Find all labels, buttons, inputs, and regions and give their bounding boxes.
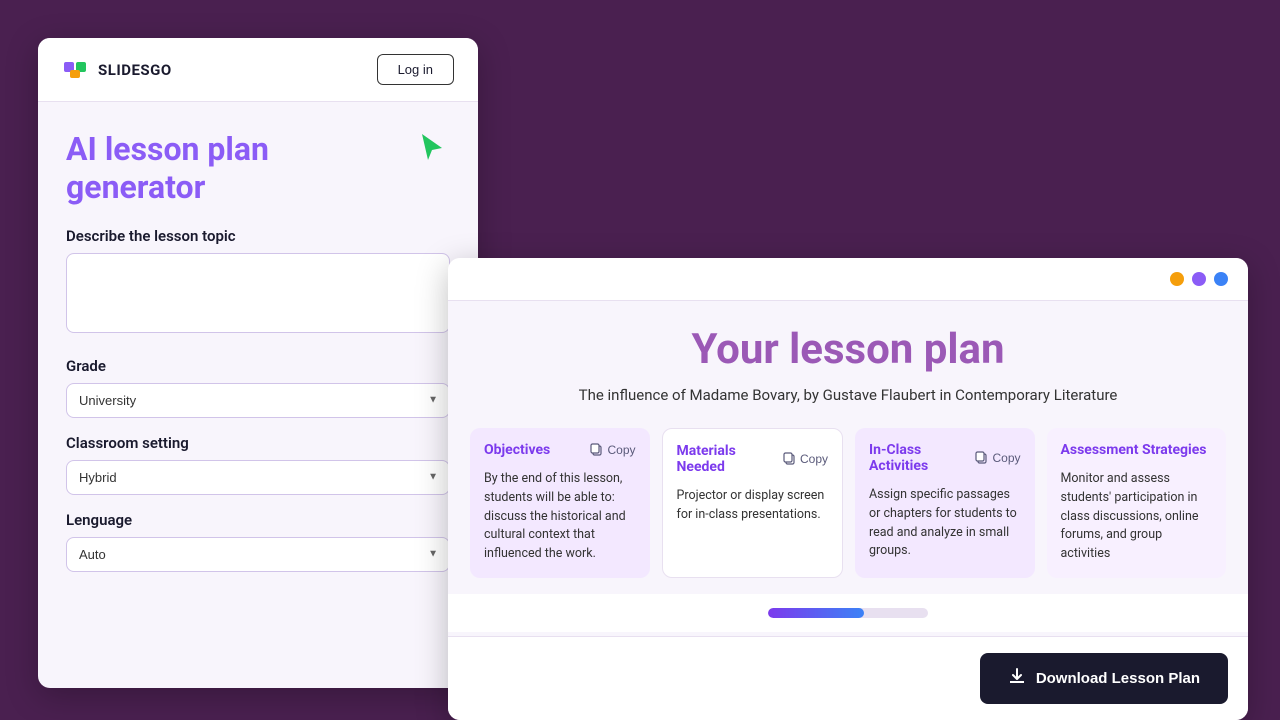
slidesgo-logo-icon: [62, 56, 90, 84]
lesson-plan-title: Your lesson plan: [448, 301, 1248, 386]
logo-text: SLIDESGO: [98, 61, 172, 79]
dot-blue: [1214, 272, 1228, 286]
materials-title: Materials Needed: [677, 443, 783, 475]
language-select-wrapper: Auto English Spanish French: [66, 537, 450, 572]
activities-copy-label: Copy: [992, 451, 1020, 465]
logo-container: SLIDESGO: [62, 56, 172, 84]
grade-select[interactable]: University Elementary Middle School High…: [66, 383, 450, 418]
classroom-select-wrapper: Hybrid In-person Online: [66, 460, 450, 495]
card-assessment-header: Assessment Strategies: [1061, 442, 1213, 458]
copy-icon-materials: [783, 452, 796, 466]
right-panel: Your lesson plan The influence of Madame…: [448, 258, 1248, 720]
login-button[interactable]: Log in: [377, 54, 454, 85]
language-label: Lenguage: [66, 511, 450, 529]
page-title: AI lesson plan generator: [66, 130, 402, 207]
card-objectives-header: Objectives Copy: [484, 442, 636, 458]
activities-copy-button[interactable]: Copy: [975, 451, 1020, 465]
grade-label: Grade: [66, 357, 450, 375]
progress-fill: [768, 608, 864, 618]
right-panel-header: [448, 258, 1248, 301]
form-area: AI lesson plan generator Describe the le…: [38, 102, 478, 616]
copy-icon: [590, 443, 603, 457]
materials-copy-label: Copy: [800, 452, 828, 466]
card-objectives: Objectives Copy By the end of this lesso…: [470, 428, 650, 578]
grade-select-wrapper: University Elementary Middle School High…: [66, 383, 450, 418]
dot-yellow: [1170, 272, 1184, 286]
lesson-topic-input[interactable]: [66, 253, 450, 333]
assessment-text: Monitor and assess students' participati…: [1061, 470, 1213, 564]
cards-row: Objectives Copy By the end of this lesso…: [448, 428, 1248, 578]
cursor-icon: [414, 130, 450, 173]
card-assessment: Assessment Strategies Monitor and assess…: [1047, 428, 1227, 578]
language-select[interactable]: Auto English Spanish French: [66, 537, 450, 572]
classroom-select[interactable]: Hybrid In-person Online: [66, 460, 450, 495]
scroll-area: [448, 594, 1248, 632]
classroom-label: Classroom setting: [66, 434, 450, 452]
header-bar: SLIDESGO Log in: [38, 38, 478, 102]
objectives-text: By the end of this lesson, students will…: [484, 470, 636, 564]
download-svg-icon: [1008, 667, 1026, 685]
download-label: Download Lesson Plan: [1036, 670, 1200, 687]
window-dots: [1170, 272, 1228, 286]
materials-copy-button[interactable]: Copy: [783, 452, 828, 466]
copy-icon-activities: [975, 451, 988, 465]
card-activities-header: In-Class Activities Copy: [869, 442, 1021, 474]
grade-group: Grade University Elementary Middle Schoo…: [66, 357, 450, 418]
card-materials: Materials Needed Copy Projector or displ…: [662, 428, 844, 578]
download-icon: [1008, 667, 1026, 690]
materials-text: Projector or display screen for in-class…: [677, 487, 829, 525]
card-activities: In-Class Activities Copy Assign specific…: [855, 428, 1035, 578]
download-area: Download Lesson Plan: [448, 636, 1248, 720]
card-materials-header: Materials Needed Copy: [677, 443, 829, 475]
left-panel: SLIDESGO Log in AI lesson plan generator…: [38, 38, 478, 688]
progress-track[interactable]: [768, 608, 928, 618]
objectives-copy-button[interactable]: Copy: [590, 443, 635, 457]
lesson-plan-subtitle: The influence of Madame Bovary, by Gusta…: [448, 386, 1248, 428]
download-lesson-plan-button[interactable]: Download Lesson Plan: [980, 653, 1228, 704]
classroom-group: Classroom setting Hybrid In-person Onlin…: [66, 434, 450, 495]
objectives-copy-label: Copy: [607, 443, 635, 457]
language-group: Lenguage Auto English Spanish French: [66, 511, 450, 572]
objectives-title: Objectives: [484, 442, 550, 458]
describe-label: Describe the lesson topic: [66, 227, 450, 245]
assessment-title: Assessment Strategies: [1061, 442, 1207, 458]
dot-purple: [1192, 272, 1206, 286]
activities-text: Assign specific passages or chapters for…: [869, 486, 1021, 561]
activities-title: In-Class Activities: [869, 442, 975, 474]
title-row: AI lesson plan generator: [66, 130, 450, 227]
